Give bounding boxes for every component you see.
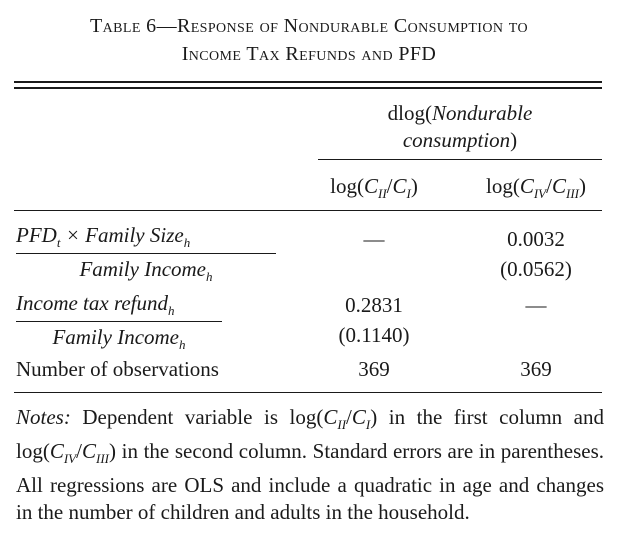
row2-col1-estimate: 0.2831 xyxy=(345,293,403,317)
table-title-line1: Table 6—Response of Nondurable Consumpti… xyxy=(90,15,528,37)
group-italic: Nondurable xyxy=(431,101,533,125)
row1-col1-estimate: — xyxy=(363,227,385,251)
table-title-line2: Income Tax Refunds and PFD xyxy=(181,43,437,65)
group-underline xyxy=(318,159,602,160)
row2-label-numerator: Income tax refundh xyxy=(16,291,175,319)
top-rule-2 xyxy=(14,87,602,89)
row2-fraction-line xyxy=(16,321,222,322)
column-group-header-line2: consumption) xyxy=(318,127,602,153)
group-prefix: dlog( xyxy=(387,101,432,125)
top-rule-1 xyxy=(14,81,602,83)
row1-col2-estimate: 0.0032 xyxy=(507,227,565,251)
group-suffix: ) xyxy=(510,128,518,152)
row1-col2-std-error: (0.0562) xyxy=(500,257,572,281)
table-notes: Notes: Dependent variable is log(CII/CI)… xyxy=(16,405,605,525)
column-group-header: dlog(Nondurable xyxy=(318,100,602,126)
obs-row-col1: 369 xyxy=(358,357,390,381)
group-line2: consumption xyxy=(402,128,511,152)
bottom-rule xyxy=(14,392,602,393)
row2-col2-estimate: — xyxy=(525,293,547,317)
obs-row-col2: 369 xyxy=(520,357,552,381)
row1-fraction-line xyxy=(16,253,276,254)
row1-label-denominator: Family Incomeh xyxy=(79,257,213,285)
column-header-1: log(CII/CI) xyxy=(330,174,418,202)
column-header-2: log(CIV/CIII) xyxy=(486,174,586,202)
row1-label-numerator: PFDt × Family Sizeh xyxy=(16,223,191,251)
notes-label: Notes: xyxy=(16,405,71,429)
row2-col1-std-error: (0.1140) xyxy=(338,323,410,347)
row2-label-denominator: Family Incomeh xyxy=(52,325,186,353)
header-rule xyxy=(14,210,602,211)
obs-row-label: Number of observations xyxy=(16,357,219,381)
